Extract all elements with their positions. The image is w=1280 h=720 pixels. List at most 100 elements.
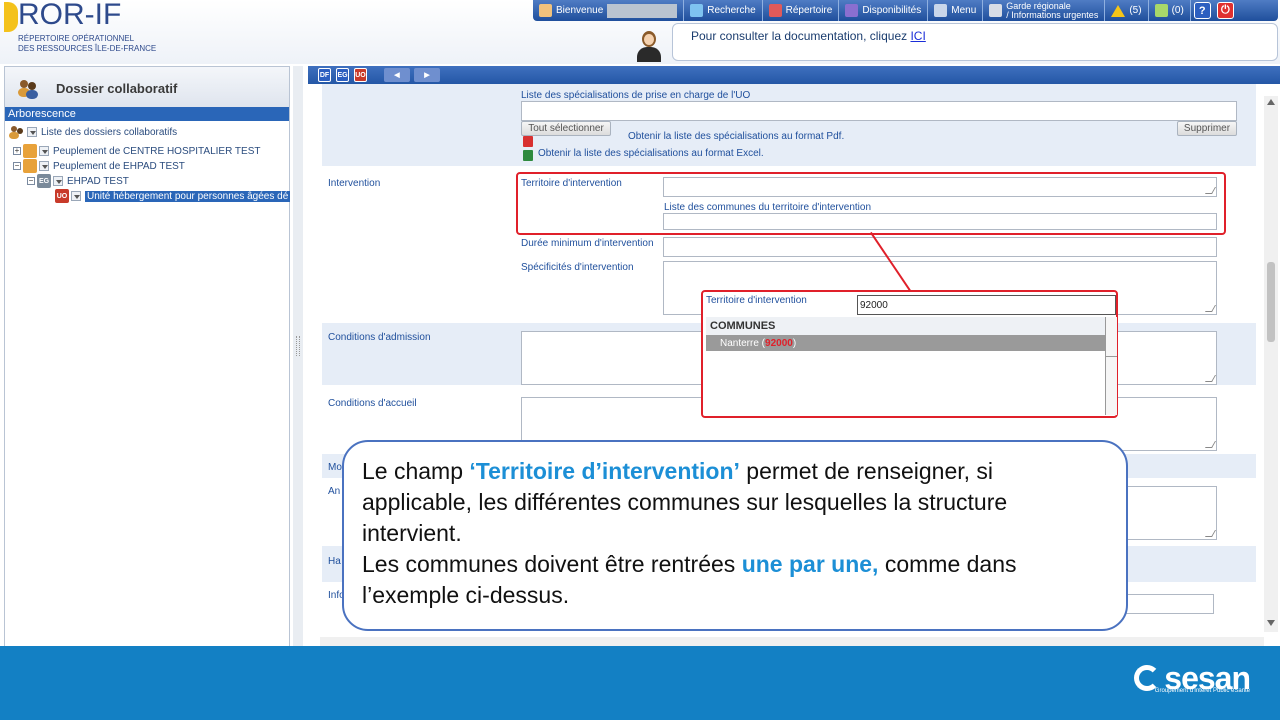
dropdown-icon[interactable] xyxy=(27,127,37,137)
tree-node-ehpad-test[interactable]: − EG EHPAD TEST xyxy=(27,174,129,188)
tree-node1-label: Peuplement de CENTRE HOSPITALIER TEST xyxy=(53,145,261,157)
autocomplete-scrollbar[interactable] xyxy=(1105,317,1117,415)
admission-section-label: Conditions d'admission xyxy=(328,332,431,343)
autocomplete-option-nanterre[interactable]: Nanterre (92000) xyxy=(706,335,1106,351)
uo-badge-icon: UO xyxy=(55,189,69,203)
pdf-link[interactable]: Obtenir la liste des spécialisations au … xyxy=(628,131,844,142)
monitor-icon xyxy=(934,4,948,17)
availability-icon xyxy=(845,4,859,17)
tree-node4-label: Unité hébergement pour personnes âgées d… xyxy=(85,190,291,202)
excel-icon xyxy=(523,150,533,161)
panel-splitter[interactable] xyxy=(293,66,303,648)
callout-p2-text-a: Les communes doivent être rentrées xyxy=(362,551,742,577)
option-code: 92000 xyxy=(765,338,793,349)
nav-bienvenue[interactable]: Bienvenue xyxy=(533,0,685,21)
logo-mark xyxy=(4,2,18,32)
warning-icon xyxy=(1111,4,1126,17)
autocomplete-label: Territoire d'intervention xyxy=(706,295,807,306)
excel-link[interactable]: Obtenir la liste des spécialisations au … xyxy=(538,148,764,159)
collapse-icon[interactable]: − xyxy=(13,162,21,170)
partial-label-an: An xyxy=(328,486,341,497)
df-button[interactable]: DF xyxy=(318,68,331,82)
duree-field[interactable] xyxy=(663,237,1217,257)
delete-button[interactable]: Supprimer xyxy=(1177,121,1237,136)
intervention-section-label: Intervention xyxy=(328,178,381,189)
tree-root[interactable]: Liste des dossiers collaboratifs xyxy=(9,125,177,139)
dropdown-icon[interactable] xyxy=(71,191,81,201)
territoire-highlight-box xyxy=(516,172,1226,235)
uo-button[interactable]: UO xyxy=(354,68,367,82)
autocomplete-popup: Territoire d'intervention 92000 COMMUNES… xyxy=(701,290,1118,418)
tree-node3-label: EHPAD TEST xyxy=(67,175,129,187)
nav-recherche-label: Recherche xyxy=(707,5,756,16)
option-name: Nanterre ( xyxy=(720,338,766,349)
nav-recherche[interactable]: Recherche xyxy=(684,0,763,21)
doc-link[interactable]: ICI xyxy=(910,29,925,43)
callout-p1-text-a: Le champ xyxy=(362,458,470,484)
accueil-section-label: Conditions d'accueil xyxy=(328,398,417,409)
callout-p2-highlight: une par une, xyxy=(741,551,879,577)
footer: sesan Groupement d'Intérêt Public eSanté xyxy=(0,646,1280,720)
dropdown-icon[interactable] xyxy=(39,146,49,156)
horizontal-scrollbar[interactable] xyxy=(320,637,1264,646)
documentation-bubble: Pour consulter la documentation, cliquez… xyxy=(672,23,1278,61)
nav-repertoire-label: Répertoire xyxy=(785,5,833,16)
eg-badge-icon: EG xyxy=(37,174,51,188)
eg-button[interactable]: EG xyxy=(336,68,349,82)
dropdown-icon[interactable] xyxy=(39,161,49,171)
instruction-callout: Le champ ‘Territoire d’intervention’ per… xyxy=(342,440,1128,631)
specialisations-band xyxy=(322,84,1256,166)
arrow-right-icon: ▶ xyxy=(424,72,430,79)
nav-garde-label: Garde régionale / Informations urgentes xyxy=(1006,1,1098,20)
nav-menu[interactable]: Menu xyxy=(928,0,984,21)
forward-button[interactable]: ▶ xyxy=(414,68,440,82)
nav-alerts[interactable]: (5) xyxy=(1105,0,1149,21)
nav-menu-label: Menu xyxy=(951,5,977,16)
autocomplete-list: COMMUNES Nanterre (92000) xyxy=(706,317,1106,415)
autocomplete-input[interactable]: 92000 xyxy=(857,295,1116,315)
search-arrow-icon xyxy=(690,4,704,17)
tree-node2-label: Peuplement de EHPAD TEST xyxy=(53,160,185,172)
dropdown-icon[interactable] xyxy=(53,176,63,186)
header: ROR-IF RÉPERTOIRE OPÉRATIONNEL DES RESSO… xyxy=(0,0,1280,64)
pdf-icon xyxy=(523,136,533,147)
collapse-icon[interactable]: − xyxy=(27,177,35,185)
tree-node-ehpad-peuplement[interactable]: − Peuplement de EHPAD TEST xyxy=(13,159,185,173)
user-name-redacted xyxy=(607,3,678,18)
specificites-label: Spécificités d'intervention xyxy=(521,262,634,273)
nav-garde[interactable]: Garde régionale / Informations urgentes xyxy=(983,0,1106,21)
partial-label-ha: Ha xyxy=(328,556,341,567)
specialisations-list[interactable] xyxy=(521,101,1237,121)
nav-disponibilites[interactable]: Disponibilités xyxy=(839,0,929,21)
option-close: ) xyxy=(792,338,797,349)
autocomplete-group-header: COMMUNES xyxy=(706,317,1106,335)
assistant-avatar-icon xyxy=(634,30,664,62)
top-nav-bar: Bienvenue Recherche Répertoire Disponibi… xyxy=(533,0,1278,21)
logo-title: ROR-IF xyxy=(18,0,122,31)
people-icon xyxy=(18,80,38,99)
page: ROR-IF RÉPERTOIRE OPÉRATIONNEL DES RESSO… xyxy=(0,0,1280,720)
scroll-thumb[interactable] xyxy=(1267,262,1275,342)
tree-node-centre-hospitalier[interactable]: + Peuplement de CENTRE HOSPITALIER TEST xyxy=(13,144,260,158)
logout-button[interactable]: ⏻ xyxy=(1216,2,1234,19)
people-folder-icon xyxy=(23,159,37,173)
folder-people-icon xyxy=(9,126,23,139)
user-icon xyxy=(539,4,552,17)
specialisations-label: Liste des spécialisations de prise en ch… xyxy=(521,90,751,101)
left-panel-title: Dossier collaboratif xyxy=(56,81,178,96)
scroll-down-icon[interactable] xyxy=(1267,620,1275,626)
doc-message: Pour consulter la documentation, cliquez xyxy=(691,29,911,43)
directory-icon xyxy=(768,4,782,17)
expand-icon[interactable]: + xyxy=(13,147,21,155)
tree-node-unite-hebergement[interactable]: UO Unité hébergement pour personnes âgée… xyxy=(55,189,291,203)
help-button[interactable]: ? xyxy=(1193,2,1211,19)
phone-icon xyxy=(989,4,1003,17)
nav-messages[interactable]: (0) xyxy=(1149,0,1191,21)
back-button[interactable]: ◀ xyxy=(384,68,410,82)
people-folder-icon xyxy=(23,144,37,158)
vertical-scrollbar[interactable] xyxy=(1264,96,1278,632)
select-all-button[interactable]: Tout sélectionner xyxy=(521,121,611,136)
scroll-up-icon[interactable] xyxy=(1267,99,1275,105)
tree-root-label: Liste des dossiers collaboratifs xyxy=(41,126,178,138)
nav-repertoire[interactable]: Répertoire xyxy=(763,0,840,21)
